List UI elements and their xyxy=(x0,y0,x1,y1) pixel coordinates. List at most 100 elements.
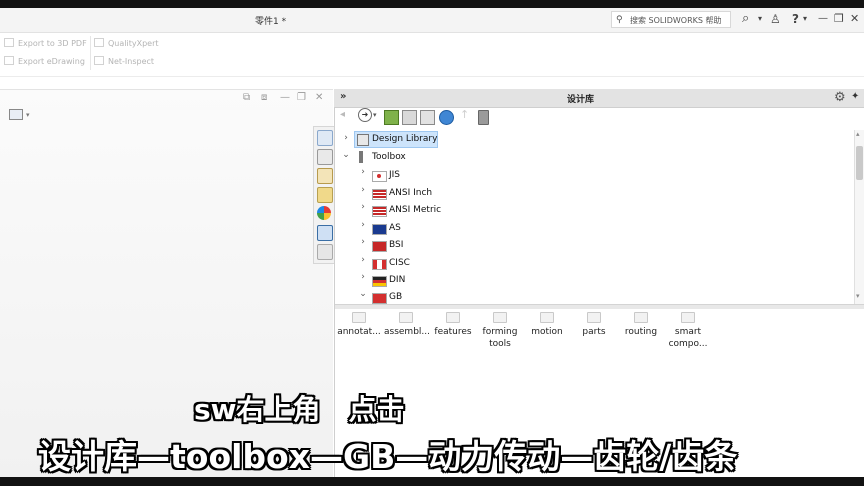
flag-jp-dot xyxy=(377,174,381,178)
video-bottom-bar xyxy=(0,477,864,486)
tree-item-din[interactable]: DIN xyxy=(389,272,405,288)
folder-parts[interactable]: parts xyxy=(572,312,616,338)
folder-icon xyxy=(446,312,460,323)
folder-features[interactable]: features xyxy=(431,312,475,338)
design-library-tab-icon[interactable] xyxy=(317,149,333,165)
expand-chevron-icon[interactable]: › xyxy=(358,220,368,230)
expand-chevron-icon[interactable]: › xyxy=(358,272,368,282)
subtitle-line-1: sw右上角 点击 xyxy=(194,393,405,426)
scroll-up-icon[interactable]: ▴ xyxy=(856,130,860,138)
restore-icon[interactable]: ❐ xyxy=(834,12,844,26)
expand-chevron-icon[interactable]: › xyxy=(358,255,368,265)
ribbon-separator xyxy=(90,36,91,70)
document-title: 零件1 * xyxy=(255,17,287,27)
forward-icon[interactable]: ➜ xyxy=(358,108,372,122)
minimize-icon[interactable]: — xyxy=(818,12,828,26)
expand-chevron-icon[interactable]: › xyxy=(341,133,351,143)
folder-forming-tools[interactable]: forming tools xyxy=(478,312,522,350)
add-file-location-icon[interactable] xyxy=(402,110,417,125)
folder-assemblies[interactable]: assembl... xyxy=(384,312,430,338)
tree-item-ansi-metric[interactable]: ANSI Metric xyxy=(389,202,441,218)
tree-item-bsi[interactable]: BSI xyxy=(389,237,403,253)
folder-annotations[interactable]: annotat... xyxy=(337,312,381,338)
forward-dropdown-icon[interactable]: ▾ xyxy=(373,111,377,119)
graphics-top-border xyxy=(0,89,333,90)
folder-smart-components[interactable]: smart compo... xyxy=(666,312,710,350)
user-icon[interactable]: ♙ xyxy=(770,12,781,26)
search-icon: ⚲ xyxy=(616,15,623,25)
flag-au-icon xyxy=(372,224,387,235)
pane-title: 设计库 xyxy=(567,95,595,105)
qualityxpert-button[interactable]: QualityXpert xyxy=(94,38,159,48)
folder-icon xyxy=(540,312,554,323)
qualityxpert-icon xyxy=(94,38,104,47)
toolbox-icon xyxy=(359,151,363,163)
subtitle-line-2: 设计库—toolbox—GB—动力传动—齿轮/齿条 xyxy=(38,437,738,476)
flag-us-icon xyxy=(372,206,387,217)
help-dropdown-icon[interactable]: ▾ xyxy=(803,12,807,26)
expand-chevron-icon[interactable]: › xyxy=(358,185,368,195)
tree-item-jis[interactable]: JIS xyxy=(389,167,400,183)
up-folder-icon[interactable]: ↑ xyxy=(460,108,469,121)
create-folder-icon[interactable] xyxy=(420,110,435,125)
refresh-icon[interactable] xyxy=(439,110,454,125)
title-bar xyxy=(0,8,864,33)
help-search-placeholder: 搜索 SOLIDWORKS 帮助 xyxy=(630,16,722,25)
custom-properties-tab-icon[interactable] xyxy=(317,225,333,241)
pin-icon[interactable]: ✦ xyxy=(851,91,859,102)
forum-tab-icon[interactable] xyxy=(317,244,333,260)
expand-chevron-icon[interactable]: › xyxy=(358,167,368,177)
ribbon-border xyxy=(0,76,864,77)
toolbox-icon[interactable] xyxy=(478,110,489,125)
tree-item-ansi-inch[interactable]: ANSI Inch xyxy=(389,185,432,201)
library-tree: › Design Library ⌄ Toolbox › JIS › ANSI … xyxy=(334,130,854,304)
file-explorer-tab-icon[interactable] xyxy=(317,168,333,184)
tree-item-design-library[interactable]: Design Library xyxy=(372,131,437,147)
tree-item-toolbox[interactable]: Toolbox xyxy=(372,149,406,165)
scroll-down-icon[interactable]: ▾ xyxy=(856,292,860,300)
tile-icon[interactable]: ⧉ xyxy=(243,92,250,103)
folder-icon xyxy=(681,312,695,323)
export-edrawing-button[interactable]: Export eDrawing xyxy=(4,56,85,66)
expand-pane-icon[interactable]: » xyxy=(340,91,346,102)
tree-item-as[interactable]: AS xyxy=(389,220,401,236)
pane-splitter[interactable] xyxy=(335,304,864,309)
folder-icon xyxy=(634,312,648,323)
folder-motion[interactable]: motion xyxy=(525,312,569,338)
help-icon[interactable]: ? xyxy=(792,12,799,26)
pdf-icon xyxy=(4,38,14,47)
folder-routing[interactable]: routing xyxy=(619,312,663,338)
collapse-chevron-icon[interactable]: ⌄ xyxy=(358,289,368,299)
gear-icon[interactable]: ⚙ xyxy=(834,90,846,105)
close-icon[interactable]: ✕ xyxy=(850,12,859,26)
doc-minimize-icon[interactable]: — xyxy=(280,92,290,103)
folder-icon xyxy=(399,312,413,323)
search-icon[interactable]: ⌕ xyxy=(742,12,749,26)
help-search-input[interactable]: ⚲ 搜索 SOLIDWORKS 帮助 xyxy=(611,11,731,28)
display-dropdown-icon[interactable]: ▾ xyxy=(26,111,30,119)
flag-cn-icon xyxy=(372,293,387,304)
home-tab-icon[interactable] xyxy=(317,130,333,146)
export-3d-pdf-button[interactable]: Export to 3D PDF xyxy=(4,38,87,48)
expand-chevron-icon[interactable]: › xyxy=(358,237,368,247)
scroll-thumb[interactable] xyxy=(856,146,863,180)
expand-chevron-icon[interactable]: › xyxy=(358,202,368,212)
display-icon[interactable] xyxy=(9,109,23,120)
tree-item-cisc[interactable]: CISC xyxy=(389,255,410,271)
doc-restore-icon[interactable]: ❐ xyxy=(297,92,306,103)
add-to-library-icon[interactable] xyxy=(384,110,399,125)
doc-close-icon[interactable]: ✕ xyxy=(315,92,323,103)
search-dropdown-icon[interactable]: ▾ xyxy=(758,12,762,26)
net-inspect-button[interactable]: Net-Inspect xyxy=(94,56,154,66)
tree-item-gb[interactable]: GB xyxy=(389,289,402,305)
view-palette-tab-icon[interactable] xyxy=(317,187,333,203)
appearances-tab-icon[interactable] xyxy=(317,206,331,220)
collapse-chevron-icon[interactable]: ⌄ xyxy=(341,150,351,160)
back-icon[interactable]: ◂ xyxy=(340,109,345,120)
flag-ca-icon xyxy=(372,259,387,270)
edrawing-icon xyxy=(4,56,14,65)
window-split-icon[interactable]: ⧈ xyxy=(261,92,267,103)
folder-icon xyxy=(352,312,366,323)
flag-uk-icon xyxy=(372,241,387,252)
design-library-icon xyxy=(357,134,369,146)
